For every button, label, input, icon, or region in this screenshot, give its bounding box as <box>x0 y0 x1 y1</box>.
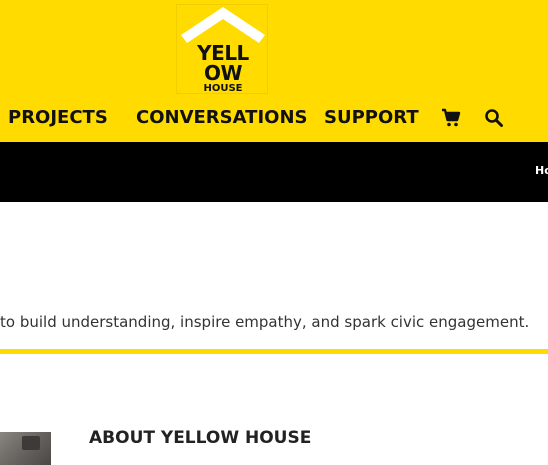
search-icon[interactable] <box>484 108 504 132</box>
cart-icon[interactable] <box>441 108 461 132</box>
page-title-bar: Ho <box>0 142 548 202</box>
yellow-house-logo[interactable]: YELL OW HOUSE <box>176 4 268 94</box>
logo-text-line2: OW <box>203 61 243 85</box>
mission-statement: to build understanding, inspire empathy,… <box>0 313 530 331</box>
breadcrumb-home[interactable]: Ho <box>535 164 548 178</box>
about-heading: ABOUT YELLOW HOUSE <box>89 428 312 448</box>
section-divider <box>0 349 548 354</box>
about-thumbnail-image <box>0 432 51 465</box>
thumbnail-detail <box>22 436 40 450</box>
site-header: YELL OW HOUSE PROJECTS CONVERSATIONS SUP… <box>0 0 548 142</box>
nav-item-conversations[interactable]: CONVERSATIONS <box>136 106 307 130</box>
house-roof-icon <box>181 7 265 43</box>
nav-item-support[interactable]: SUPPORT <box>324 106 419 130</box>
nav-item-projects[interactable]: PROJECTS <box>8 106 108 130</box>
logo-text-line1: YELL <box>197 41 249 65</box>
logo-text-line3: HOUSE <box>203 83 243 94</box>
